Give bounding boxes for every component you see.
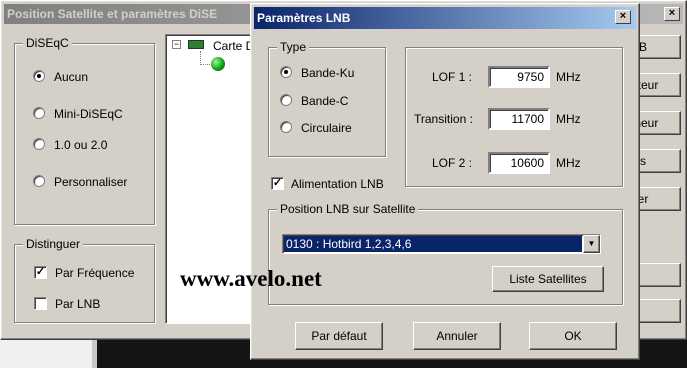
tree-line: [200, 51, 210, 65]
par-frequence-checkbox[interactable]: ✓: [34, 266, 47, 279]
radio-aucun-label: Aucun: [54, 70, 89, 84]
par-frequence-label: Par Fréquence: [55, 266, 135, 280]
dialog-close-button[interactable]: ×: [615, 10, 631, 24]
distinguer-group: Distinguer: [14, 237, 155, 323]
radio-personnaliser[interactable]: [33, 175, 45, 187]
transition-input[interactable]: 11700: [488, 108, 550, 130]
par-lnb-label: Par LNB: [55, 297, 101, 311]
radio-circulaire-label: Circulaire: [301, 121, 352, 135]
satellite-select-value: 0130 : Hotbird 1,2,3,4,6: [284, 236, 582, 252]
lof2-unit: MHz: [556, 156, 581, 170]
radio-bande-c-label: Bande-C: [301, 94, 349, 108]
watermark: www.avelo.net: [180, 266, 322, 291]
position-legend: Position LNB sur Satellite: [277, 202, 419, 216]
lnb-settings-dialog: Paramètres LNB × Type Bande-Ku Bande-C C…: [250, 3, 640, 360]
type-legend: Type: [277, 40, 310, 54]
ok-button[interactable]: OK: [529, 322, 617, 350]
default-button[interactable]: Par défaut: [295, 322, 383, 350]
card-icon: [188, 40, 204, 49]
transition-unit: MHz: [556, 112, 581, 126]
alimentation-lnb-label: Alimentation LNB: [291, 177, 384, 191]
lof1-unit: MHz: [556, 70, 581, 84]
radio-circulaire[interactable]: [280, 121, 292, 133]
diseqc-legend: DiSEqC: [23, 36, 72, 50]
cancel-button[interactable]: Annuler: [413, 322, 501, 350]
satellite-node-icon[interactable]: [211, 57, 225, 71]
radio-diseqc-1-2-label: 1.0 ou 2.0: [54, 138, 108, 152]
close-icon[interactable]: ×: [664, 7, 680, 21]
dialog-title: Paramètres LNB: [254, 7, 636, 29]
radio-bande-ku-label: Bande-Ku: [301, 66, 355, 80]
lof2-input[interactable]: 10600: [488, 152, 550, 174]
distinguer-legend: Distinguer: [23, 237, 84, 251]
satellite-select[interactable]: 0130 : Hotbird 1,2,3,4,6 ▼: [282, 234, 601, 254]
lof1-label: LOF 1 :: [432, 70, 473, 84]
radio-diseqc-1-2[interactable]: [33, 138, 45, 150]
close-icon: ×: [619, 10, 627, 22]
transition-label: Transition :: [414, 112, 473, 126]
alimentation-lnb-checkbox[interactable]: ✓: [271, 177, 284, 190]
lof1-input[interactable]: 9750: [488, 66, 550, 88]
desktop-strip-light: [0, 340, 92, 368]
radio-mini-diseqc-label: Mini-DiSEqC: [54, 107, 123, 121]
chevron-down-icon[interactable]: ▼: [583, 235, 600, 253]
tree-collapse-icon[interactable]: −: [172, 40, 181, 49]
radio-bande-ku[interactable]: [280, 66, 292, 78]
radio-mini-diseqc[interactable]: [33, 107, 45, 119]
lof2-label: LOF 2 :: [432, 156, 473, 170]
liste-satellites-button[interactable]: Liste Satellites: [492, 266, 604, 292]
tree-root-label[interactable]: Carte D: [213, 39, 254, 53]
par-lnb-checkbox[interactable]: [34, 297, 47, 310]
radio-bande-c[interactable]: [280, 94, 292, 106]
radio-aucun[interactable]: [33, 70, 45, 82]
radio-personnaliser-label: Personnaliser: [54, 175, 128, 189]
